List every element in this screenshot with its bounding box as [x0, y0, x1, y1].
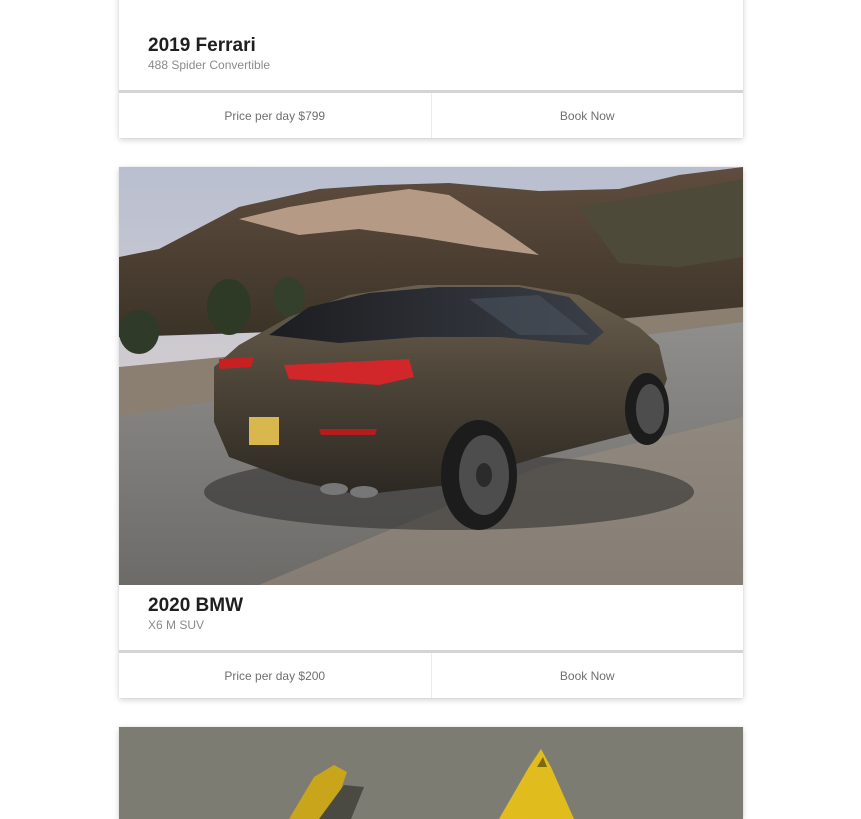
card-footer: Price per day $200 Book Now: [119, 650, 743, 698]
price-per-day-label: Price per day $200: [224, 668, 326, 683]
book-now-button[interactable]: Book Now: [430, 653, 744, 698]
book-now-button[interactable]: Book Now: [430, 93, 744, 138]
bmw-x6-image: [119, 167, 743, 585]
car-subtitle: 488 Spider Convertible: [148, 58, 271, 72]
card-footer: Price per day $799 Book Now: [119, 90, 743, 138]
car-title: 2019 Ferrari: [148, 35, 256, 56]
car-title: 2020 BMW: [148, 595, 244, 616]
car-subtitle: X6 M SUV: [148, 618, 205, 632]
yellow-car-image: [119, 727, 743, 819]
price-per-day-label: Price per day $799: [224, 108, 326, 123]
car-image-third: [119, 727, 743, 819]
car-image-bmw: [119, 167, 743, 585]
car-card-third: [119, 727, 743, 819]
car-card-ferrari: 2019 Ferrari 488 Spider Convertible Pric…: [119, 0, 743, 138]
car-card-bmw: 2020 BMW X6 M SUV Price per day $200 Boo…: [119, 167, 743, 698]
